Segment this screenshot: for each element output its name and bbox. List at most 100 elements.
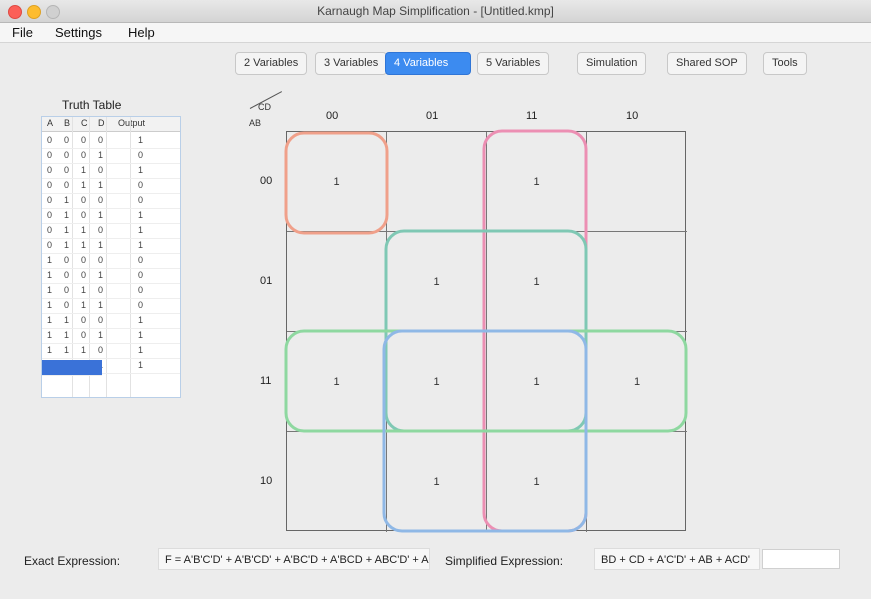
input-cell: 0	[64, 270, 70, 280]
kmap-cell[interactable]	[587, 132, 687, 232]
input-cell: 0	[64, 135, 70, 145]
kmap-cell[interactable]	[287, 432, 387, 532]
tab-4-variables[interactable]: 4 Variables	[385, 52, 471, 75]
tab-shared-sop[interactable]: Shared SOP	[667, 52, 747, 75]
output-cell[interactable]: 0	[138, 255, 143, 265]
input-cell: 0	[64, 165, 70, 175]
output-cell[interactable]: 0	[138, 270, 143, 280]
table-row[interactable]: 1 0 1 1 0	[42, 298, 180, 314]
menu-settings[interactable]: Settings	[55, 25, 102, 40]
input-cell: 0	[47, 240, 53, 250]
input-cell: 0	[47, 165, 53, 175]
input-cell: 1	[64, 330, 70, 340]
output-cell[interactable]: 0	[138, 285, 143, 295]
menu-help[interactable]: Help	[128, 25, 155, 40]
input-cell: 1	[47, 255, 53, 265]
input-cell: 1	[47, 270, 53, 280]
kmap-cell[interactable]	[587, 432, 687, 532]
kmap-cell[interactable]: 1	[387, 232, 487, 332]
table-row[interactable]: 1 0 0 1 0	[42, 268, 180, 284]
input-cell: 1	[47, 300, 53, 310]
output-cell[interactable]: 1	[138, 330, 143, 340]
kmap-cell[interactable]: 1	[287, 332, 387, 432]
kmap-cell[interactable]: 1	[487, 232, 587, 332]
table-row[interactable]: 1 1 0 0 1	[42, 313, 180, 329]
kmap-cell[interactable]	[287, 232, 387, 332]
kmap-cell[interactable]: 1	[487, 432, 587, 532]
kmap-cell[interactable]	[587, 232, 687, 332]
output-cell[interactable]: 1	[138, 225, 143, 235]
output-cell[interactable]: 0	[138, 195, 143, 205]
input-cell: 1	[47, 315, 53, 325]
input-cell: 0	[98, 195, 104, 205]
simplified-expression-field[interactable]: BD + CD + A'C'D' + AB + ACD'	[594, 548, 760, 570]
column-header-output: Output	[118, 118, 146, 128]
output-cell[interactable]: 1	[138, 165, 143, 175]
exact-expression-field[interactable]: F = A'B'C'D' + A'B'CD' + A'BC'D + A'BCD …	[158, 548, 430, 570]
table-row[interactable]: 0 1 0 1 1	[42, 208, 180, 224]
input-cell: 0	[98, 315, 104, 325]
kmap-cell[interactable]: 1	[387, 432, 487, 532]
title-bar: Karnaugh Map Simplification - [Untitled.…	[0, 0, 871, 23]
input-cell: 1	[64, 345, 70, 355]
table-row[interactable]: 0 1 1 1 1	[42, 238, 180, 254]
menu-file[interactable]: File	[12, 25, 33, 40]
output-cell[interactable]: 1	[138, 360, 143, 370]
output-cell[interactable]: 1	[138, 135, 143, 145]
table-row[interactable]: 1 1 1 0 1	[42, 343, 180, 359]
input-cell: 0	[64, 255, 70, 265]
input-cell: 0	[64, 300, 70, 310]
kmap-cell[interactable]: 1	[487, 332, 587, 432]
column-header-b: B	[64, 118, 71, 128]
input-cell: 1	[64, 210, 70, 220]
output-cell[interactable]: 0	[138, 180, 143, 190]
table-row[interactable]: 1 0 1 0 0	[42, 283, 180, 299]
input-cell: 1	[98, 300, 104, 310]
input-cell: 0	[98, 255, 104, 265]
input-cell: 0	[81, 135, 87, 145]
output-cell[interactable]: 0	[138, 150, 143, 160]
input-cell: 1	[47, 330, 53, 340]
input-cell: 0	[81, 315, 87, 325]
output-cell[interactable]: 1	[138, 210, 143, 220]
table-row[interactable]: 0 1 1 0 1	[42, 223, 180, 239]
input-cell: 0	[47, 180, 53, 190]
tab-tools[interactable]: Tools	[763, 52, 807, 75]
tab-simulation[interactable]: Simulation	[577, 52, 647, 75]
input-cell: 0	[98, 165, 104, 175]
input-cell: 1	[98, 150, 104, 160]
kmap-cell[interactable]: 1	[287, 132, 387, 232]
kmap-row-label: 00	[260, 175, 273, 187]
input-cell: 1	[81, 225, 87, 235]
input-cell: 0	[47, 195, 53, 205]
table-row[interactable]: 1 1 0 1 1	[42, 328, 180, 344]
kmap-cell[interactable]: 1	[387, 332, 487, 432]
output-cell[interactable]: 1	[138, 315, 143, 325]
kmap-cell[interactable]: 1	[587, 332, 687, 432]
selected-row-highlight	[42, 360, 102, 376]
table-row[interactable]: 0 0 1 0 1	[42, 163, 180, 179]
table-row[interactable]: 0 0 0 1 0	[42, 148, 180, 164]
output-cell[interactable]: 1	[138, 240, 143, 250]
tab-2-variables[interactable]: 2 Variables	[235, 52, 308, 75]
input-cell: 1	[98, 330, 104, 340]
table-row[interactable]: 0 0 1 1 0	[42, 178, 180, 194]
input-cell: 1	[81, 240, 87, 250]
input-cell: 1	[81, 300, 87, 310]
output-cell[interactable]: 0	[138, 300, 143, 310]
table-row[interactable]: 1 0 0 0 0	[42, 253, 180, 269]
simplified-expression-label: Simplified Expression:	[445, 554, 564, 568]
input-cell: 0	[64, 285, 70, 295]
output-cell[interactable]: 1	[138, 345, 143, 355]
tab-3-variables[interactable]: 3 Variables	[315, 52, 388, 75]
table-row[interactable]: 0 0 0 0 1	[42, 133, 180, 149]
kmap-cell[interactable]: 1	[487, 132, 587, 232]
input-cell: 0	[47, 210, 53, 220]
truth-table[interactable]: A B C D Output 0000100010001010011001000…	[41, 116, 181, 398]
input-cell: 1	[81, 345, 87, 355]
kmap-column-label: 01	[426, 110, 439, 122]
extra-text-field[interactable]	[762, 549, 840, 569]
kmap-cell[interactable]	[387, 132, 487, 232]
tab-5-variables[interactable]: 5 Variables	[477, 52, 550, 75]
table-row[interactable]: 0 1 0 0 0	[42, 193, 180, 209]
